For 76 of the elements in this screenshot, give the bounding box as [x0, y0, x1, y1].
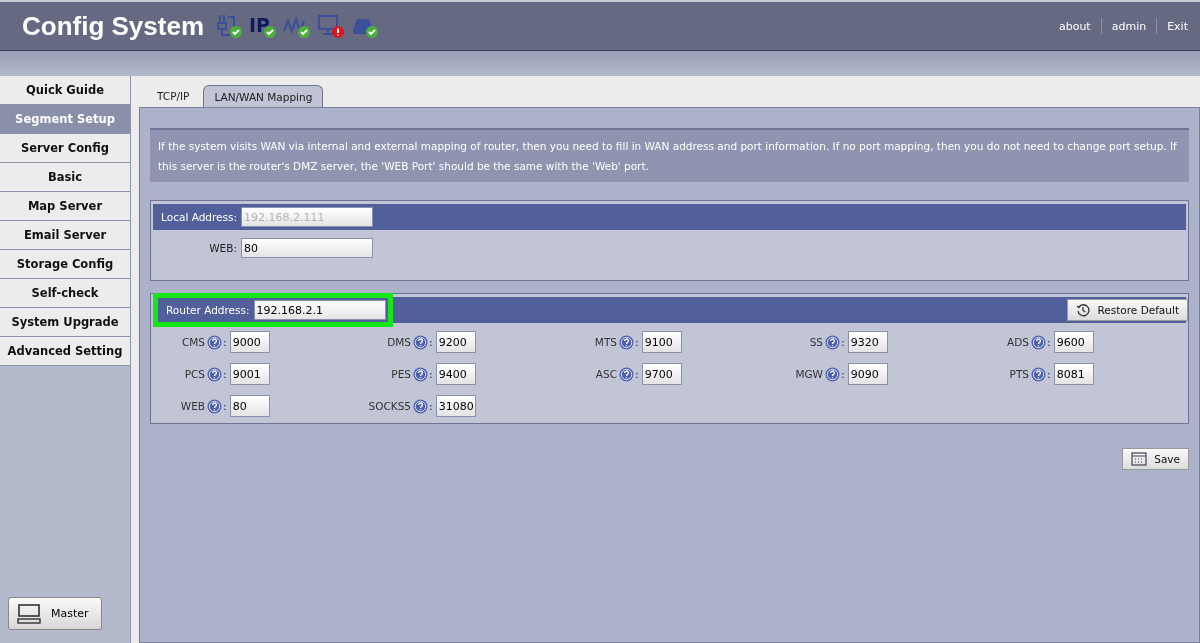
help-icon[interactable] [825, 334, 840, 350]
header-link[interactable]: admin [1111, 19, 1147, 33]
colon-text: : [223, 367, 227, 381]
port-field[interactable]: 9600 [1053, 331, 1094, 353]
port-label: PCS [183, 368, 205, 380]
port-field[interactable]: 9200 [435, 331, 476, 353]
port-field[interactable]: 8081 [1053, 363, 1094, 385]
help-icon[interactable] [413, 334, 428, 350]
port-field[interactable]: 9090 [847, 363, 888, 385]
help-icon[interactable] [619, 334, 634, 350]
port-label: MGW [794, 368, 823, 380]
colon-text: : [429, 367, 433, 381]
sidebar-item[interactable]: Self-check [0, 279, 130, 308]
help-icon[interactable] [207, 334, 222, 350]
master-button[interactable]: Master [8, 597, 102, 630]
port-field[interactable]: 9700 [641, 363, 682, 385]
port-field[interactable]: 80 [229, 395, 270, 417]
computer-icon [17, 603, 41, 624]
port-label: CMS [180, 336, 205, 348]
port-field[interactable]: 9320 [847, 331, 888, 353]
sidebar-item[interactable]: Map Server [0, 192, 130, 221]
history-icon [1076, 303, 1091, 317]
router-address-field[interactable]: 192.168.2.1 [253, 300, 386, 320]
tab[interactable]: LAN/WAN Mapping [203, 85, 324, 107]
help-icon[interactable] [207, 366, 222, 382]
port-label: DMS [386, 336, 411, 348]
sidebar-item[interactable]: Advanced Setting [0, 337, 130, 366]
help-icon[interactable] [413, 398, 428, 414]
port-label: SS [808, 336, 823, 348]
colon-text: : [429, 399, 433, 413]
colon-text: : [841, 367, 845, 381]
field-label: Router Address: [166, 304, 251, 316]
field-label: WEB: [208, 242, 238, 254]
colon-text: : [635, 367, 639, 381]
info-message: If the system visits WAN via internal and external mapping of router, then you need to fill in WAN address and port information. If no port mapping, then you do not need to change port setup. If this server is the router's DMZ server, the 'WEB Port' should be the same with the 'Web' port. [150, 128, 1189, 182]
restore-default-button[interactable]: Restore Default [1067, 299, 1188, 321]
colon-text: : [429, 335, 433, 349]
web-port-field[interactable]: 80 [241, 238, 373, 258]
port-label: ASC [594, 368, 617, 380]
port-field[interactable]: 9001 [229, 363, 270, 385]
sidebar-item[interactable]: Basic [0, 163, 130, 192]
header-link[interactable]: Exit [1167, 19, 1188, 33]
port-label: MTS [593, 336, 617, 348]
port-label: PTS [1008, 368, 1029, 380]
app-title: Config System [22, 10, 205, 42]
plug-status-icon[interactable] [214, 13, 245, 39]
colon-text: : [223, 399, 227, 413]
port-label: ADS [1006, 336, 1029, 348]
save-button[interactable]: Save [1122, 448, 1189, 470]
help-icon[interactable] [1031, 334, 1046, 350]
port-label: WEB [179, 400, 205, 412]
sidebar-item[interactable]: System Upgrade [0, 308, 130, 337]
sidebar-item[interactable]: Server Config [0, 134, 130, 163]
colon-text: : [841, 335, 845, 349]
help-icon[interactable] [413, 366, 428, 382]
port-field[interactable]: 9000 [229, 331, 270, 353]
port-field[interactable]: 31080 [435, 395, 476, 417]
port-label: SOCKS5 [367, 400, 411, 412]
port-field[interactable]: 9100 [641, 331, 682, 353]
help-icon[interactable] [619, 366, 634, 382]
help-icon[interactable] [1031, 366, 1046, 382]
sidebar-item[interactable]: Storage Config [0, 250, 130, 279]
colon-text: : [1047, 367, 1051, 381]
help-icon[interactable] [207, 398, 222, 414]
tab[interactable]: TCP/IP [147, 85, 200, 107]
field-label: Local Address: [160, 211, 238, 223]
sidebar-item[interactable]: Quick Guide [0, 76, 130, 105]
header-link[interactable]: about [1058, 19, 1091, 33]
keyboard-icon [1131, 452, 1148, 466]
port-label: PES [390, 368, 411, 380]
port-field[interactable]: 9400 [435, 363, 476, 385]
colon-text: : [635, 335, 639, 349]
colon-text: : [1047, 335, 1051, 349]
help-icon[interactable] [825, 366, 840, 382]
colon-text: : [223, 335, 227, 349]
sidebar-item[interactable]: Email Server [0, 221, 130, 250]
